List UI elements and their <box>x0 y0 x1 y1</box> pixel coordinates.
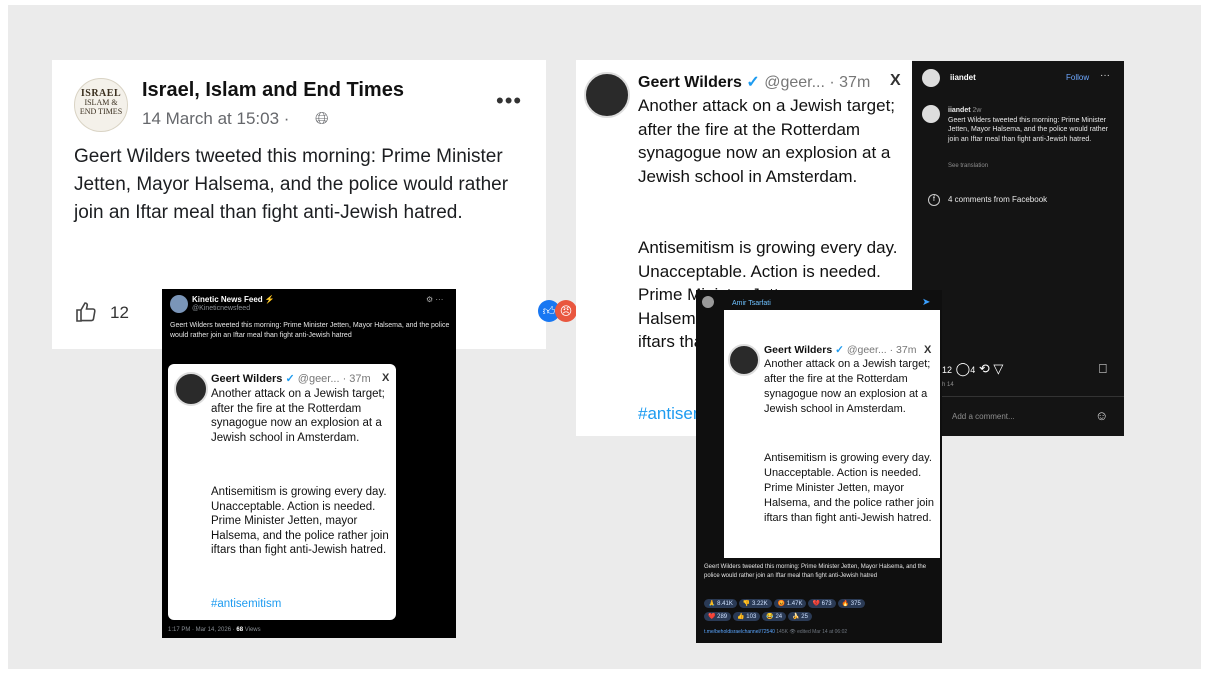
ig-caption-user[interactable]: iiandet <box>948 107 971 114</box>
verified-icon: ✓ <box>746 74 760 91</box>
kinetic-avatar[interactable] <box>170 295 188 313</box>
wilders-name-line: Geert Wilders ✓ @geer... · 37m <box>211 372 371 385</box>
comment-count: 4 <box>970 365 976 375</box>
wilders-handle: @geer... · 37m <box>846 344 917 356</box>
x-logo-icon: X <box>890 72 901 89</box>
angry-reaction-icon: 😠︎ <box>555 300 577 322</box>
wilders-avatar-large[interactable] <box>584 72 630 118</box>
follow-button[interactable]: Follow <box>1066 73 1089 82</box>
page-name-link[interactable]: Israel, Islam and End Times <box>142 79 404 102</box>
ig-caption-time: 2w <box>972 107 982 114</box>
ig-action-bar: 12 ◯4 ⟲ ▽ <box>942 361 1003 377</box>
wilders-handle: @geer... · 37m <box>764 74 871 91</box>
logo-line-3: END TIMES <box>79 107 123 116</box>
reaction-chip[interactable]: 😂 24 <box>762 612 787 621</box>
hashtag-link[interactable]: #antisemitism <box>211 598 281 610</box>
wilders-avatar <box>174 372 208 406</box>
wilders-tweet-p1: Another attack on a Jewish target; after… <box>638 96 896 186</box>
wilders-tweet-p1: Another attack on a Jewish target; after… <box>764 358 931 415</box>
comment-icon[interactable]: ◯ <box>956 361 971 376</box>
kinetic-name[interactable]: Kinetic News Feed ⚡ <box>192 295 275 304</box>
kinetic-views-label: Views <box>244 627 261 633</box>
reaction-chip[interactable]: 👎 3.22K <box>738 599 772 608</box>
reaction-chip[interactable]: ❤️ 289 <box>704 612 732 621</box>
reaction-chip[interactable]: 😡 1.47K <box>773 599 807 608</box>
verified-icon: ✓ <box>285 373 295 385</box>
reaction-chip[interactable]: 🔥 375 <box>837 599 865 608</box>
bookmark-icon[interactable]: ⎕ <box>1099 361 1107 377</box>
ig-caption-text: Geert Wilders tweeted this morning: Prim… <box>948 116 1108 143</box>
page-logo[interactable]: ISRAEL ISLAM & END TIMES <box>74 78 128 132</box>
x-logo-icon: X <box>382 372 390 384</box>
more-icon[interactable]: ⚙ ··· <box>426 295 443 304</box>
ig-username[interactable]: iiandet <box>950 73 976 82</box>
wilders-handle: @geer... · 37m <box>297 373 371 385</box>
logo-line-1: ISRAEL <box>80 88 122 99</box>
wilders-name-line: Geert Wilders ✓ @geer... · 37m <box>764 344 916 356</box>
thumbs-up-icon[interactable] <box>74 300 98 330</box>
telegram-edited: edited Mar 14 at 06:02 <box>797 629 848 635</box>
kinetic-tweet-screenshot: Kinetic News Feed ⚡ @Kineticnewsfeed ⚙ ·… <box>162 289 456 638</box>
more-options-button[interactable]: ••• <box>496 88 522 114</box>
ig-caption: iiandet 2w Geert Wilders tweeted this mo… <box>948 106 1114 144</box>
telegram-quoted-tweet[interactable]: Geert Wilders ✓ @geer... · 37m X Another… <box>724 310 940 558</box>
wilders-tweet-p2: Antisemitism is growing every day. Unacc… <box>764 452 934 524</box>
reaction-chip[interactable]: 💔 673 <box>808 599 836 608</box>
quoted-tweet-card[interactable]: Geert Wilders ✓ @geer... · 37m X Another… <box>168 364 396 620</box>
see-translation-link[interactable]: See translation <box>948 163 988 169</box>
wilders-name-line-large: Geert Wilders ✓ @geer... · 37m <box>638 72 870 92</box>
repost-icon[interactable]: ⟲ <box>979 361 990 376</box>
add-comment-input[interactable]: Add a comment... <box>952 412 1015 421</box>
reaction-chip[interactable]: 👍 103 <box>733 612 761 621</box>
like-count: 12 <box>110 303 129 322</box>
ig-avatar[interactable] <box>922 69 940 87</box>
telegram-send-icon[interactable]: ➤ <box>922 297 930 308</box>
more-icon[interactable]: ··· <box>1100 70 1110 81</box>
telegram-channel-name[interactable]: Amir Tsarfati <box>732 300 771 307</box>
ig-post-date: h 14 <box>942 382 954 388</box>
verified-icon: ✓ <box>835 344 844 356</box>
emoji-icon[interactable]: ☺ <box>1095 408 1108 423</box>
wilders-avatar <box>728 344 760 376</box>
reaction-chip[interactable]: 🍌 25 <box>788 612 812 621</box>
telegram-reactions: 🙏 8.41K 👎 3.22K 😡 1.47K 💔 673 🔥 375 ❤️ 289 👍 … <box>704 599 934 625</box>
post-date[interactable]: 14 March at 15:03 · <box>142 109 289 129</box>
wilders-name: Geert Wilders <box>211 373 283 385</box>
wilders-tweet-p2: Antisemitism is growing every day. Unacc… <box>211 486 389 556</box>
telegram-post-panel: Amir Tsarfati ➤ Geert Wilders ✓ @geer...… <box>696 290 942 643</box>
post-body: Geert Wilders tweeted this morning: Prim… <box>74 146 509 223</box>
share-icon[interactable]: ▽ <box>993 361 1003 376</box>
telegram-views: 145K <box>776 629 788 635</box>
instagram-post-panel: iiandet Follow ··· iiandet 2w Geert Wild… <box>912 61 1124 436</box>
comments-from-facebook[interactable]: 4 comments from Facebook <box>948 195 1047 204</box>
telegram-text: Geert Wilders tweeted this morning: Prim… <box>704 564 927 579</box>
kinetic-text: Geert Wilders tweeted this morning: Prim… <box>170 322 450 339</box>
wilders-name: Geert Wilders <box>638 74 742 91</box>
kinetic-footer: 1:17 PM · Mar 14, 2026 · 68 Views <box>168 627 261 633</box>
globe-icon: 🌐︎ <box>315 109 329 128</box>
logo-line-2: ISLAM & <box>84 98 118 107</box>
wilders-name: Geert Wilders <box>764 344 833 356</box>
telegram-link[interactable]: t.me/beholdisraelchannel/72540 <box>704 629 775 635</box>
telegram-avatar[interactable] <box>702 296 714 308</box>
divider <box>912 396 1124 397</box>
wilders-tweet-p1: Another attack on a Jewish target; after… <box>211 388 385 444</box>
facebook-icon: f <box>928 194 940 206</box>
x-logo-icon: X <box>924 344 932 356</box>
kinetic-handle: @Kineticnewsfeed <box>192 305 251 312</box>
kinetic-views: 68 <box>236 627 244 633</box>
ig-caption-avatar[interactable] <box>922 105 940 123</box>
like-count: 12 <box>942 365 953 375</box>
reaction-chip[interactable]: 🙏 8.41K <box>704 599 737 608</box>
telegram-footer: t.me/beholdisraelchannel/72540 145K 👁 ed… <box>704 629 848 635</box>
kinetic-time: 1:17 PM · Mar 14, 2026 · <box>168 627 235 633</box>
